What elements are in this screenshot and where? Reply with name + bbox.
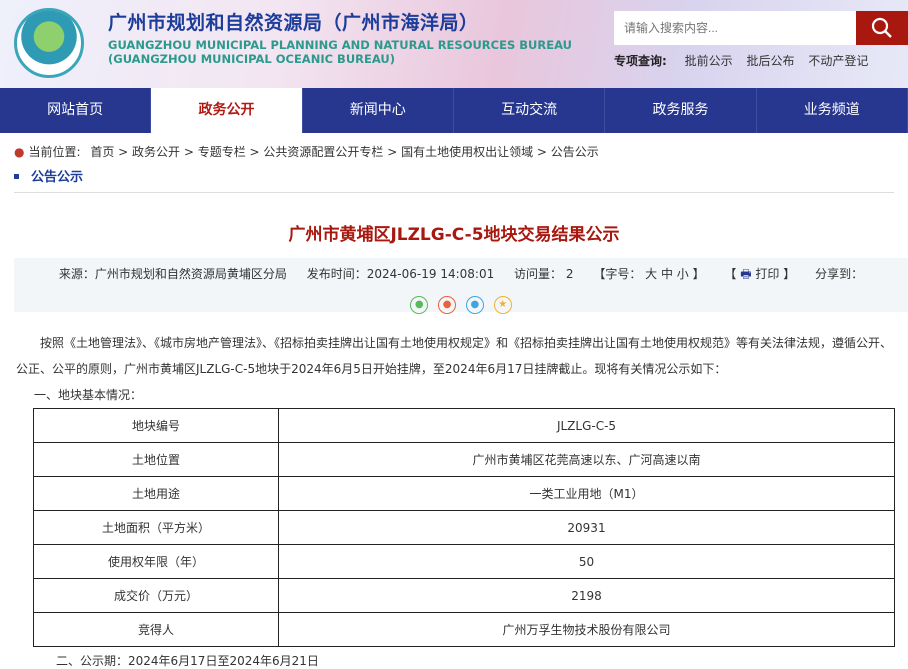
row-label: 地块编号 [33,408,279,443]
location-pin-icon: ● [14,145,25,159]
font-size-control[interactable]: 【字号： 大 中 小 】 [593,267,704,281]
table-row: 竞得人 广州万孚生物技术股份有限公司 [33,612,895,647]
publish-time: 发布时间：2024-06-19 14:08:01 [306,267,495,281]
site-header: 广州市规划和自然资源局（广州市海洋局） GUANGZHOU MUNICIPAL … [0,0,908,88]
view-count: 访问量： 2 [514,267,574,281]
row-value: JLZLG-C-5 [278,408,895,443]
row-label: 土地位置 [33,442,279,477]
printer-icon: 🖶 [740,267,752,281]
share-buttons: ● ● ● ★ [14,296,908,314]
share-label: 分享到： [815,267,864,281]
bullet-icon [14,174,19,179]
search-button[interactable] [856,11,908,45]
intro-paragraph: 按照《土地管理法》、《城市房地产管理法》、《招标拍卖挂牌出让国有土地使用权规定》… [16,336,893,376]
source: 来源：广州市规划和自然资源局黄埔区分局 [58,267,287,281]
nav-news[interactable]: 新闻中心 [303,88,454,133]
quick-label: 专项查询: [614,54,667,68]
quick-link-estate[interactable]: 不动产登记 [808,54,868,68]
publicity-period: 二、公示期：2024年6月17日至2024年6月21日 [56,654,319,668]
nav-business[interactable]: 业务频道 [757,88,908,133]
row-label: 成交价（万元） [33,578,279,613]
site-title: 广州市规划和自然资源局（广州市海洋局） [108,12,479,34]
section-one-heading: 一、地块基本情况： [34,388,143,402]
row-value: 广州市黄埔区花莞高速以东、广河高速以南 [278,442,895,477]
table-row: 使用权年限（年） 50 [33,544,895,579]
table-row: 土地面积（平方米） 20931 [33,510,895,545]
print-label: 打印 】 [755,267,796,281]
print-button[interactable]: 【 🖶 打印 】 [724,267,795,281]
row-label: 使用权年限（年） [33,544,279,579]
breadcrumb-links[interactable]: 首页 > 政务公开 > 专题专栏 > 公共资源配置公开专栏 > 国有土地使用权出… [90,145,598,159]
table-row: 土地用途 一类工业用地（M1） [33,476,895,511]
main-nav: 网站首页 政务公开 新闻中心 互动交流 政务服务 业务频道 [0,88,908,133]
nav-interaction[interactable]: 互动交流 [454,88,606,133]
row-label: 土地用途 [33,476,279,511]
weibo-icon[interactable]: ● [438,296,457,314]
land-info-table: 地块编号 JLZLG-C-5 土地位置 广州市黄埔区花莞高速以东、广河高速以南 土地用途… [33,408,895,647]
bureau-logo[interactable] [14,8,84,78]
row-label: 竞得人 [33,612,279,647]
row-value: 一类工业用地（M1） [278,476,895,511]
site-subtitle: GUANGZHOU MUNICIPAL PLANNING AND NATURAL… [108,38,572,66]
subtitle-en-2: (GUANGZHOU MUNICIPAL OCEANIC BUREAU) [108,52,396,66]
nav-services[interactable]: 政务服务 [605,88,757,133]
article-meta: 来源：广州市规划和自然资源局黄埔区分局 发布时间：2024-06-19 14:0… [14,258,908,314]
search-bar [614,11,908,45]
table-row: 地块编号 JLZLG-C-5 [33,408,895,443]
nav-gov-open[interactable]: 政务公开 [151,88,303,133]
table-row: 土地位置 广州市黄埔区花莞高速以东、广河高速以南 [33,442,895,477]
row-value: 2198 [278,578,895,613]
row-label: 土地面积（平方米） [33,510,279,545]
qq-icon[interactable]: ● [465,296,484,314]
section-title: 公告公示 [31,170,84,185]
table-row: 成交价（万元） 2198 [33,578,895,613]
quick-links: 专项查询: 批前公示 批后公布 不动产登记 [614,52,878,69]
subtitle-en-1: GUANGZHOU MUNICIPAL PLANNING AND NATURAL… [108,38,572,52]
section-heading: 公告公示 [14,166,894,193]
row-value: 广州万孚生物技术股份有限公司 [278,612,895,647]
breadcrumb: ● 当前位置: 首页 > 政务公开 > 专题专栏 > 公共资源配置公开专栏 > 国… [14,143,599,160]
article-body: 按照《土地管理法》、《城市房地产管理法》、《招标拍卖挂牌出让国有土地使用权规定》… [16,330,894,408]
row-value: 20931 [278,510,895,545]
breadcrumb-label: 当前位置: [28,145,81,159]
search-input[interactable] [614,11,856,45]
nav-home[interactable]: 网站首页 [0,88,152,133]
favorite-icon[interactable]: ★ [493,296,512,314]
row-value: 50 [278,544,895,579]
wechat-icon[interactable]: ● [410,296,429,314]
search-icon [871,17,892,38]
quick-link-post[interactable]: 批后公布 [746,54,794,68]
quick-link-pre[interactable]: 批前公示 [685,54,733,68]
article-title: 广州市黄埔区JLZLG-C-5地块交易结果公示 [288,225,620,245]
